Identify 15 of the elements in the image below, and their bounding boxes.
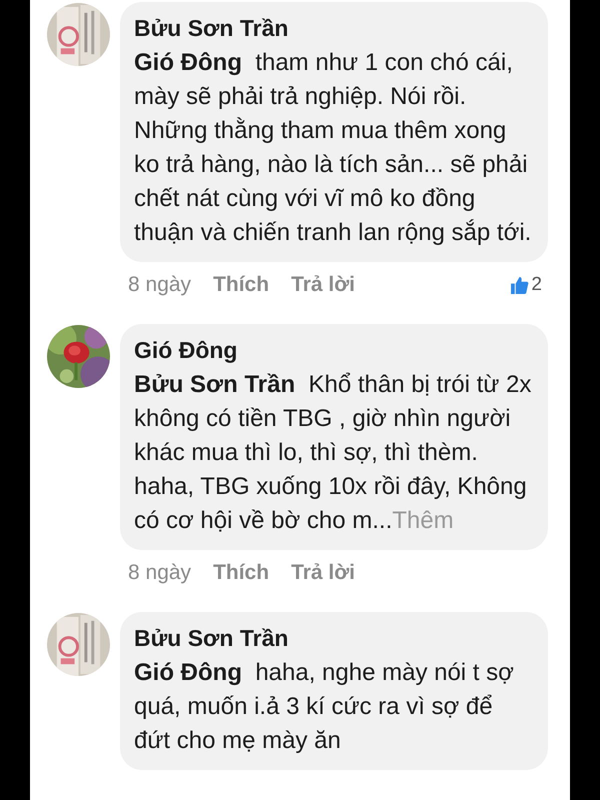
like-link[interactable]: Thích: [213, 561, 270, 585]
comment-text: Gió Đông tham như 1 con chó cái, mày sẽ phải trả nghiệp. Nói rồi. Những thằng tham mua thêm xong ko trả hàng, nào là tích sản... sẽ phải chết nát cùng với vĩ mô ko đồng thuận và chiến tranh lan rộng sắp tới.: [134, 48, 532, 248]
comment-time: 8 ngày: [128, 273, 192, 297]
reaction-count: 2: [531, 274, 542, 296]
comment-time: 8 ngày: [128, 561, 192, 585]
comment-text: Gió Đông haha, nghe mày nói t sợ quá, muốn i.ả 3 kí cức ra vì sợ để đứt cho mẹ mày ăn: [134, 658, 515, 756]
comment-text: Bửu Sơn Trần Khổ thân bị trói từ 2x không có tiền TBG , giờ nhìn người khác mua thì lo, thì sợ, thì thèm. haha, TBG xuống 10x rồi đây, Không có cơ hội về bờ cho m...Thêm: [134, 370, 532, 536]
reply-link[interactable]: Trả lời: [291, 561, 356, 585]
see-more-link[interactable]: Thêm: [392, 507, 454, 534]
like-link[interactable]: Thích: [213, 273, 270, 297]
author-name[interactable]: Bửu Sơn Trần: [134, 622, 534, 654]
reply-link[interactable]: Trả lời: [291, 273, 356, 297]
author-name[interactable]: Gió Đông: [134, 334, 534, 366]
author-name[interactable]: Bửu Sơn Trần: [134, 12, 534, 44]
thumbs-up-icon: [510, 276, 530, 294]
